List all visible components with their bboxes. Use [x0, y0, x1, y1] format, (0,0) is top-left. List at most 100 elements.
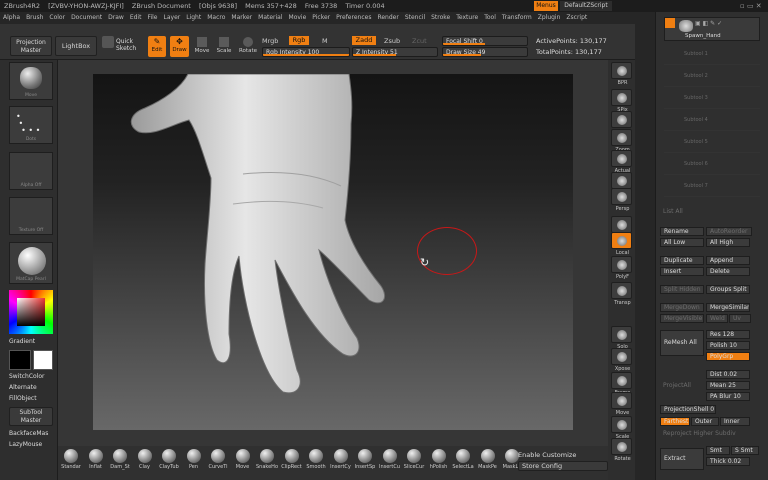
- switch-color-button[interactable]: SwitchColor: [9, 372, 45, 382]
- shelf-scale-button[interactable]: Scale: [611, 416, 632, 440]
- brush-clay[interactable]: Clay: [132, 446, 158, 480]
- brush-pen[interactable]: Pen: [181, 446, 207, 480]
- menu-alpha[interactable]: Alpha: [0, 12, 23, 24]
- subtool-slot[interactable]: Subtool 7: [664, 175, 760, 197]
- merge-visible-button[interactable]: MergeVisible: [660, 314, 704, 323]
- project-all-button[interactable]: ProjectAll: [660, 382, 704, 391]
- mrgb-button[interactable]: Mrgb: [262, 37, 278, 45]
- menu-file[interactable]: File: [144, 12, 160, 24]
- brush-snakeho[interactable]: SnakeHo: [254, 446, 280, 480]
- document-canvas[interactable]: [93, 74, 573, 430]
- menu-render[interactable]: Render: [374, 12, 401, 24]
- zadd-button[interactable]: Zadd: [352, 36, 376, 45]
- all-low-button[interactable]: All Low: [660, 238, 704, 247]
- menu-light[interactable]: Light: [183, 12, 204, 24]
- pa-blur-slider[interactable]: PA Blur 10: [706, 392, 750, 401]
- menus-button[interactable]: Menus: [534, 1, 558, 11]
- lazymouse-button[interactable]: LazyMouse: [9, 440, 42, 450]
- menu-transform[interactable]: Transform: [499, 12, 535, 24]
- color-picker[interactable]: [9, 290, 53, 334]
- reproject-higher-subdiv-button[interactable]: Reproject Higher Subdiv: [660, 430, 764, 439]
- subtool-slot[interactable]: Subtool 3: [664, 87, 760, 109]
- append-button[interactable]: Append: [706, 256, 750, 265]
- brush-inflat[interactable]: Inflat: [83, 446, 109, 480]
- enable-customize-button[interactable]: Enable Customize: [518, 451, 576, 459]
- menu-zplugin[interactable]: Zplugin: [535, 12, 564, 24]
- rotate-button[interactable]: Rotate: [238, 36, 258, 57]
- alpha-tile[interactable]: Alpha Off: [9, 152, 53, 190]
- menu-edit[interactable]: Edit: [127, 12, 145, 24]
- thick-slider[interactable]: Thick 0.02: [706, 457, 750, 466]
- projection-shell-slider[interactable]: ProjectionShell 0: [660, 405, 716, 414]
- gradient-button[interactable]: Gradient: [9, 337, 35, 347]
- menu-layer[interactable]: Layer: [161, 12, 184, 24]
- menu-marker[interactable]: Marker: [228, 12, 255, 24]
- brush-insertsp[interactable]: InsertSp: [352, 446, 378, 480]
- subtool-slot[interactable]: Subtool 1: [664, 43, 760, 65]
- scale-button[interactable]: Scale: [215, 36, 233, 57]
- subtool-slot[interactable]: Subtool 4: [664, 109, 760, 131]
- secondary-color-swatch[interactable]: [33, 350, 53, 370]
- menu-preferences[interactable]: Preferences: [333, 12, 374, 24]
- shelf-aahalf-button[interactable]: AAHalf: [611, 172, 632, 196]
- window-controls[interactable]: ▫ ▭ ✕: [740, 1, 766, 11]
- menu-color[interactable]: Color: [46, 12, 68, 24]
- zcut-button[interactable]: Zcut: [412, 37, 427, 45]
- shelf-rotate-button[interactable]: Rotate: [611, 438, 632, 462]
- subtool-slot[interactable]: Subtool 2: [664, 65, 760, 87]
- remesh-all-button[interactable]: ReMesh All: [660, 330, 704, 356]
- stroke-tile[interactable]: • • • • • Dots: [9, 106, 53, 144]
- menu-picker[interactable]: Picker: [309, 12, 333, 24]
- shelf-local-button[interactable]: Local: [611, 232, 632, 256]
- brush-selectla[interactable]: SelectLa: [450, 446, 476, 480]
- rgb-intensity-slider[interactable]: Rgb Intensity 100: [262, 47, 350, 57]
- brush-standar[interactable]: Standar: [58, 446, 84, 480]
- res-slider[interactable]: Res 128: [706, 330, 750, 339]
- autoreorder-button[interactable]: AutoReorder: [706, 227, 752, 236]
- brush-hpolish[interactable]: hPolish: [426, 446, 452, 480]
- subtool-active-slot[interactable]: ▣ ◧ ✎ ✓ Spawn_Hand: [664, 17, 760, 41]
- current-brush-tile[interactable]: Move: [9, 62, 53, 100]
- shelf-scroll-button[interactable]: Scroll: [611, 111, 632, 135]
- menu-brush[interactable]: Brush: [23, 12, 46, 24]
- brush-insertcy[interactable]: InsertCy: [328, 446, 354, 480]
- dist-slider[interactable]: Dist 0.02: [706, 370, 750, 379]
- shelf-bpr-button[interactable]: BPR: [611, 62, 632, 86]
- groups-split-button[interactable]: Groups Split: [706, 285, 750, 294]
- main-color-swatch[interactable]: [9, 350, 31, 370]
- move-button[interactable]: Move: [193, 36, 211, 57]
- brush-curveti[interactable]: CurveTi: [205, 446, 231, 480]
- focal-shift-slider[interactable]: Focal Shift 0: [442, 36, 528, 46]
- brush-maskpe[interactable]: MaskPe: [475, 446, 501, 480]
- shelf-spix-button[interactable]: SPix: [611, 89, 632, 113]
- shelf-transp-button[interactable]: Transp: [611, 282, 632, 306]
- brush-claytub[interactable]: ClayTub: [156, 446, 182, 480]
- brush-cliprect[interactable]: ClipRect: [279, 446, 305, 480]
- s-smt-toggle[interactable]: S Smt: [731, 446, 759, 455]
- m-button[interactable]: M: [322, 37, 328, 45]
- subtool-master-button[interactable]: SubTool Master: [9, 407, 53, 426]
- shelf-solo-button[interactable]: Solo: [611, 326, 632, 350]
- zsub-button[interactable]: Zsub: [384, 37, 400, 45]
- insert-button[interactable]: Insert: [660, 267, 704, 276]
- smt-toggle[interactable]: Smt: [706, 446, 730, 455]
- subtool-slot[interactable]: Subtool 5: [664, 131, 760, 153]
- rgb-button[interactable]: Rgb: [289, 36, 309, 45]
- rename-button[interactable]: Rename: [660, 227, 704, 236]
- brush-slicecur[interactable]: SliceCur: [401, 446, 427, 480]
- fill-object-button[interactable]: FillObject: [9, 394, 37, 404]
- menu-movie[interactable]: Movie: [286, 12, 310, 24]
- menu-stencil[interactable]: Stencil: [402, 12, 428, 24]
- material-tile[interactable]: MatCap Pearl: [9, 242, 53, 284]
- menu-texture[interactable]: Texture: [453, 12, 481, 24]
- duplicate-button[interactable]: Duplicate: [660, 256, 704, 265]
- texture-tile[interactable]: Texture Off: [9, 197, 53, 235]
- weld-button[interactable]: Weld: [706, 314, 728, 323]
- menu-draw[interactable]: Draw: [105, 12, 127, 24]
- brush-dam_st[interactable]: Dam_St: [107, 446, 133, 480]
- default-zscript-button[interactable]: DefaultZScript: [560, 1, 612, 11]
- shelf-floor-button[interactable]: Floor: [611, 216, 632, 240]
- draw-size-slider[interactable]: Draw Size 49: [442, 47, 528, 57]
- merge-down-button[interactable]: MergeDown: [660, 303, 704, 312]
- split-hidden-button[interactable]: Split Hidden: [660, 285, 704, 294]
